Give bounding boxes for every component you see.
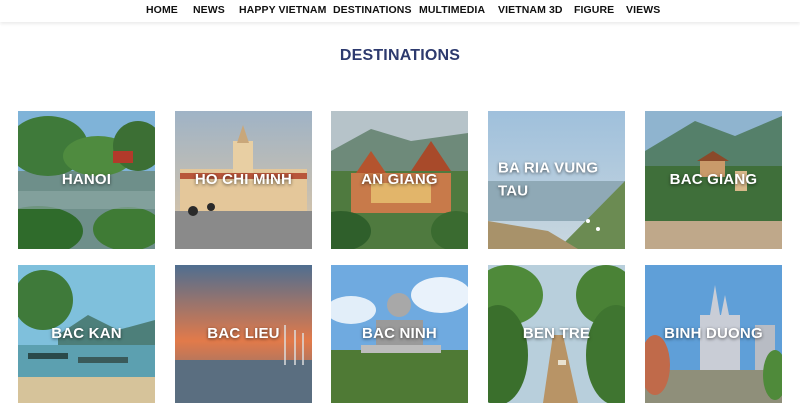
top-nav: HOME NEWS HAPPY VIETNAM DESTINATIONS MUL… [0, 0, 800, 22]
nav-vietnam-3d[interactable]: VIETNAM 3D [498, 4, 563, 16]
nav-news[interactable]: NEWS [193, 4, 225, 16]
card-label: BAC KAN [51, 324, 122, 342]
destination-card-ho-chi-minh[interactable]: HO CHI MINH [175, 111, 312, 249]
card-label: HO CHI MINH [194, 170, 293, 188]
destination-card-bac-kan[interactable]: BAC KAN [18, 265, 155, 403]
nav-views[interactable]: VIEWS [626, 4, 660, 16]
card-label: BAC NINH [362, 324, 437, 342]
card-label: BEN TRE [522, 324, 591, 342]
destination-card-ben-tre[interactable]: BEN TRE [488, 265, 625, 403]
destination-card-bac-lieu[interactable]: BAC LIEU [175, 265, 312, 403]
nav-figure[interactable]: FIGURE [574, 4, 614, 16]
card-label: BAC LIEU [207, 324, 280, 342]
card-label: BAC GIANG [669, 170, 758, 188]
destination-card-hanoi[interactable]: HANOI [18, 111, 155, 249]
nav-destinations[interactable]: DESTINATIONS [333, 4, 412, 16]
nav-happy-vietnam[interactable]: HAPPY VIETNAM [239, 4, 326, 16]
destination-card-binh-duong[interactable]: BINH DUONG [645, 265, 782, 403]
page-title: DESTINATIONS [339, 47, 461, 64]
nav-multimedia[interactable]: MULTIMEDIA [419, 4, 485, 16]
card-label: AN GIANG [361, 170, 438, 188]
destination-card-an-giang[interactable]: AN GIANG [331, 111, 468, 249]
card-label: HANOI [61, 170, 112, 188]
destination-card-bac-ninh[interactable]: BAC NINH [331, 265, 468, 403]
nav-home[interactable]: HOME [146, 4, 178, 16]
card-label: BINH DUONG [664, 324, 763, 342]
destination-card-bac-giang[interactable]: BAC GIANG [645, 111, 782, 249]
destination-card-ba-ria-vung-tau[interactable]: BA RIA VUNG TAU [488, 111, 625, 249]
card-label: BA RIA VUNG TAU [498, 159, 599, 200]
